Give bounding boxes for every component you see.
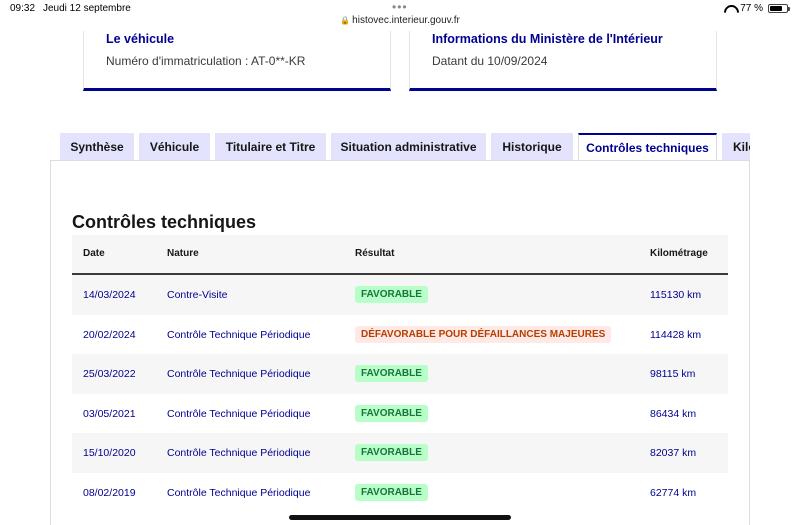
row-nature: Contrôle Technique Périodique xyxy=(167,407,311,420)
row-date: 03/05/2021 xyxy=(83,407,136,420)
tab-titulaire-titre[interactable]: Titulaire et Titre xyxy=(215,133,326,161)
table-row: 03/05/2021 Contrôle Technique Périodique… xyxy=(72,393,728,434)
row-mileage: 115130 km xyxy=(650,289,702,301)
status-bar: 09:32 Jeudi 12 septembre ••• 🔒 histovec.i… xyxy=(0,0,800,31)
result-badge: DÉFAVORABLE POUR DÉFAILLANCES MAJEURES xyxy=(355,325,612,343)
row-date: 20/02/2024 xyxy=(83,328,136,341)
row-nature: Contre-Visite xyxy=(167,289,228,301)
vehicle-card: Le véhicule Numéro d'immatriculation : A… xyxy=(83,31,391,91)
tab-vehicule[interactable]: Véhicule xyxy=(139,133,210,161)
row-date: 15/10/2020 xyxy=(83,447,136,460)
row-mileage: 82037 km xyxy=(650,447,697,460)
battery-icon xyxy=(768,4,790,13)
result-badge: FAVORABLE xyxy=(355,404,428,422)
tab-situation-administrative[interactable]: Situation administrative xyxy=(331,133,486,161)
table-row: 20/02/2024 Contrôle Technique Périodique… xyxy=(72,314,728,355)
lock-icon: 🔒 xyxy=(340,16,351,25)
header-mileage: Kilométrage xyxy=(650,248,708,259)
row-mileage: 86434 km xyxy=(650,407,697,420)
battery-percent: 77 % xyxy=(740,3,763,14)
tab-controles-techniques[interactable]: Contrôles techniques xyxy=(578,133,717,161)
result-badge: FAVORABLE xyxy=(355,365,428,383)
table-row: 08/02/2019 Contrôle Technique Périodique… xyxy=(72,472,728,513)
row-date: 25/03/2022 xyxy=(83,368,136,381)
address-bar[interactable]: 🔒 histovec.interieur.gouv.fr xyxy=(0,15,800,26)
row-nature: Contrôle Technique Périodique xyxy=(167,328,311,341)
ministry-card: Informations du Ministère de l'Intérieur… xyxy=(409,31,717,91)
ministry-date: Datant du 10/09/2024 xyxy=(432,54,548,68)
tab-bar: Synthèse Véhicule Titulaire et Titre Sit… xyxy=(60,133,750,161)
section-title: Contrôles techniques xyxy=(72,212,257,232)
table-row: 25/03/2022 Contrôle Technique Périodique… xyxy=(72,354,728,394)
table-row: 15/10/2020 Contrôle Technique Périodique… xyxy=(72,433,728,473)
result-badge: FAVORABLE xyxy=(355,444,428,462)
result-badge: FAVORABLE xyxy=(355,483,428,501)
row-nature: Contrôle Technique Périodique xyxy=(167,447,311,460)
status-time: 09:32 xyxy=(10,3,36,14)
row-date: 08/02/2019 xyxy=(83,486,136,499)
url-text: histovec.interieur.gouv.fr xyxy=(352,15,460,26)
tab-historique[interactable]: Historique xyxy=(491,133,573,161)
status-date: Jeudi 12 septembre xyxy=(43,3,131,14)
home-indicator[interactable] xyxy=(289,515,511,520)
row-mileage: 62774 km xyxy=(650,486,697,499)
header-nature: Nature xyxy=(167,248,199,259)
row-mileage: 98115 km xyxy=(650,368,696,381)
row-nature: Contrôle Technique Périodique xyxy=(167,486,311,499)
multitasking-dots-icon[interactable]: ••• xyxy=(392,0,408,14)
ministry-card-title: Informations du Ministère de l'Intérieur xyxy=(432,32,663,46)
row-date: 14/03/2024 xyxy=(83,289,136,301)
row-mileage: 114428 km xyxy=(650,328,702,341)
technical-inspections-table: Date Nature Résultat Kilométrage 14/03/2… xyxy=(72,235,728,513)
table-row: 14/03/2024 Contre-Visite FAVORABLE 11513… xyxy=(72,275,728,315)
vehicle-card-title: Le véhicule xyxy=(106,32,175,46)
wifi-icon xyxy=(724,5,735,13)
header-result: Résultat xyxy=(355,248,395,259)
tab-kilometrage[interactable]: Kilométrage xyxy=(722,133,750,161)
row-nature: Contrôle Technique Périodique xyxy=(167,368,311,381)
header-date: Date xyxy=(83,248,105,259)
result-badge: FAVORABLE xyxy=(355,286,428,303)
tab-synthese[interactable]: Synthèse xyxy=(60,133,134,161)
table-header: Date Nature Résultat Kilométrage xyxy=(72,235,728,275)
registration-number: Numéro d'immatriculation : AT-0**-KR xyxy=(106,54,306,68)
battery-fill xyxy=(770,6,782,11)
status-indicators: 77 % xyxy=(724,3,790,14)
